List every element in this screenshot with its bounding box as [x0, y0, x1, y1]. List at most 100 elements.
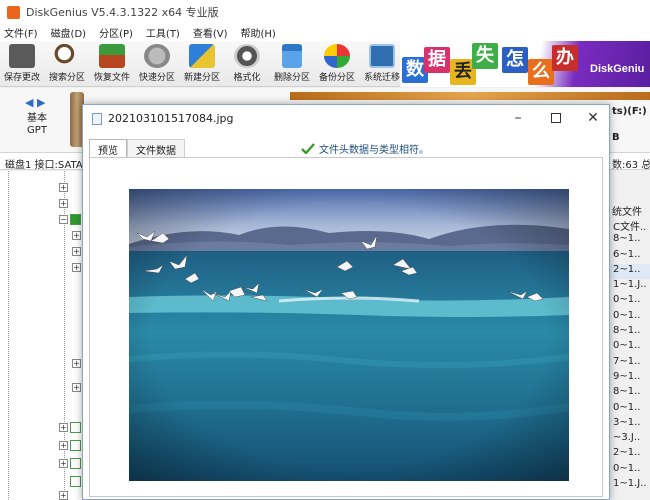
menu-partition[interactable]: 分区(P): [99, 25, 133, 40]
file-list-item[interactable]: 6~1..: [608, 249, 650, 264]
file-list-item[interactable]: 2~1..: [608, 447, 650, 462]
menu-bar: 文件(F) 磁盘(D) 分区(P) 工具(T) 查看(V) 帮助(H): [0, 24, 650, 41]
promo-banner[interactable]: 数 据 丢 失 怎 么 办 DiskGeniu: [400, 41, 650, 87]
search-partition-button[interactable]: 搜索分区: [45, 44, 89, 83]
tree-expand-icon[interactable]: +: [59, 491, 68, 500]
tree-expand-icon[interactable]: +: [59, 183, 68, 192]
partition-blocks[interactable]: [290, 92, 650, 100]
banner-char: 么: [528, 59, 554, 85]
menu-tools[interactable]: 工具(T): [146, 25, 180, 40]
file-list-item[interactable]: 0~1..: [608, 463, 650, 478]
dialog-title: 20210310151708­4.jpg: [108, 112, 234, 125]
delete-partition-label: 删除分区: [273, 73, 310, 83]
system-migration-icon: [369, 44, 395, 68]
tree-expand-icon[interactable]: +: [59, 459, 68, 468]
banner-char: 据: [424, 47, 450, 73]
backup-partition-icon: [324, 44, 350, 68]
quick-partition-button[interactable]: 快速分区: [135, 44, 179, 83]
file-list-item[interactable]: 8~1..: [608, 233, 650, 248]
tree-guide-line: [8, 171, 9, 500]
menu-view[interactable]: 查看(V): [193, 25, 228, 40]
check-icon: [301, 143, 315, 154]
minimize-button[interactable]: –: [503, 108, 533, 128]
backup-partition-label: 备份分区: [318, 73, 355, 83]
tree-expand-icon[interactable]: +: [59, 199, 68, 208]
file-check-status: 文件头数据与类型相符。: [301, 141, 429, 156]
file-list[interactable]: C文件.. 8~1.. 6~1.. 2~1.. 1~1.J.. 0~1.. 0~…: [608, 218, 650, 493]
disk-type-line2: GPT: [27, 125, 47, 136]
app-titlebar: DiskGenius V5.4.3.1322 x64 专业版: [0, 0, 650, 24]
tab-file-data[interactable]: 文件数据: [127, 139, 185, 157]
banner-char: 失: [472, 43, 498, 69]
file-list-item[interactable]: 1~1.J..: [608, 279, 650, 294]
tree-expand-icon[interactable]: +: [59, 441, 68, 450]
status-text: 文件头数据与类型相符。: [319, 145, 429, 156]
disk-interface-info: 磁盘1 接口:SATA: [5, 160, 83, 171]
file-list-item[interactable]: 0~1..: [608, 340, 650, 355]
new-partition-button[interactable]: 新建分区: [180, 44, 224, 83]
tree-expand-icon[interactable]: +: [59, 423, 68, 432]
quick-partition-icon: [144, 44, 170, 68]
preview-image: [129, 189, 569, 481]
recover-files-button[interactable]: 恢复文件: [90, 44, 134, 83]
new-partition-label: 新建分区: [183, 73, 220, 83]
dialog-titlebar[interactable]: 20210310151708­4.jpg – ✕: [83, 105, 609, 132]
main-toolbar: 保存更改 搜索分区 恢复文件 快速分区 新建分区 格式化 删除分区 备份分区 系…: [0, 41, 650, 87]
file-list-item[interactable]: 0~1..: [608, 310, 650, 325]
system-migration-button[interactable]: 系统迁移: [360, 44, 404, 83]
file-list-item[interactable]: 8~1..: [608, 386, 650, 401]
file-list-item[interactable]: 2~1..: [608, 263, 650, 280]
delete-partition-button[interactable]: 删除分区: [270, 44, 314, 83]
tab-preview[interactable]: 预览: [89, 139, 127, 157]
system-migration-label: 系统迁移: [363, 73, 400, 83]
file-list-item[interactable]: 3~1..: [608, 417, 650, 432]
file-list-item[interactable]: 1~1.J..: [608, 478, 650, 493]
file-icon: [92, 112, 102, 125]
disk-type-line1: 基本: [27, 113, 47, 124]
menu-file[interactable]: 文件(F): [4, 25, 38, 40]
maximize-button[interactable]: [541, 108, 571, 128]
search-partition-label: 搜索分区: [48, 73, 85, 83]
seagull-sea-photo: [129, 189, 569, 481]
save-changes-button[interactable]: 保存更改: [0, 44, 44, 83]
maximize-icon: [551, 113, 561, 123]
diskgenius-app-icon: [7, 5, 20, 19]
file-list-item[interactable]: 8~1..: [608, 325, 650, 340]
quick-partition-label: 快速分区: [138, 73, 175, 83]
format-icon: [234, 44, 260, 68]
recover-files-icon: [99, 44, 125, 68]
folder-checkbox[interactable]: [70, 440, 81, 451]
file-list-item[interactable]: 0~1..: [608, 294, 650, 309]
close-button[interactable]: ✕: [578, 108, 608, 128]
tree-collapse-icon[interactable]: −: [59, 215, 68, 224]
file-list-item[interactable]: C文件..: [608, 218, 650, 233]
folder-checkbox[interactable]: [70, 476, 81, 487]
menu-disk[interactable]: 磁盘(D): [51, 25, 87, 40]
tree-expand-icon[interactable]: +: [72, 263, 81, 272]
partition-label-fragment: ts)(F:): [612, 106, 647, 117]
disk-tree-panel[interactable]: + + − + + + + + + + + +: [0, 171, 90, 500]
file-list-item[interactable]: 9~1..: [608, 371, 650, 386]
format-button[interactable]: 格式化: [225, 44, 269, 83]
file-list-item[interactable]: ~3.J..: [608, 432, 650, 447]
file-list-item[interactable]: 0~1..: [608, 402, 650, 417]
partition-size-fragment: B: [612, 132, 620, 143]
folder-checkbox[interactable]: [70, 422, 81, 433]
disk-nav-arrows-icon[interactable]: ◀ ▶: [25, 96, 45, 109]
disk-type-label: 基本 GPT: [18, 113, 56, 137]
tree-expand-icon[interactable]: +: [72, 247, 81, 256]
file-list-item[interactable]: 7~1..: [608, 356, 650, 371]
tree-expand-icon[interactable]: +: [72, 359, 81, 368]
backup-partition-button[interactable]: 备份分区: [315, 44, 359, 83]
format-label: 格式化: [233, 73, 261, 83]
dialog-tabs: 预览 文件数据: [89, 139, 185, 157]
tree-expand-icon[interactable]: +: [72, 383, 81, 392]
file-preview-dialog: 20210310151708­4.jpg – ✕ 预览 文件数据 文件头数据与类…: [82, 104, 610, 500]
folder-checkbox[interactable]: [70, 214, 81, 225]
banner-brand: DiskGeniu: [590, 63, 645, 75]
menu-help[interactable]: 帮助(H): [241, 25, 276, 40]
tree-expand-icon[interactable]: +: [72, 231, 81, 240]
recover-files-label: 恢复文件: [93, 73, 130, 83]
folder-checkbox[interactable]: [70, 458, 81, 469]
save-icon: [9, 44, 35, 68]
